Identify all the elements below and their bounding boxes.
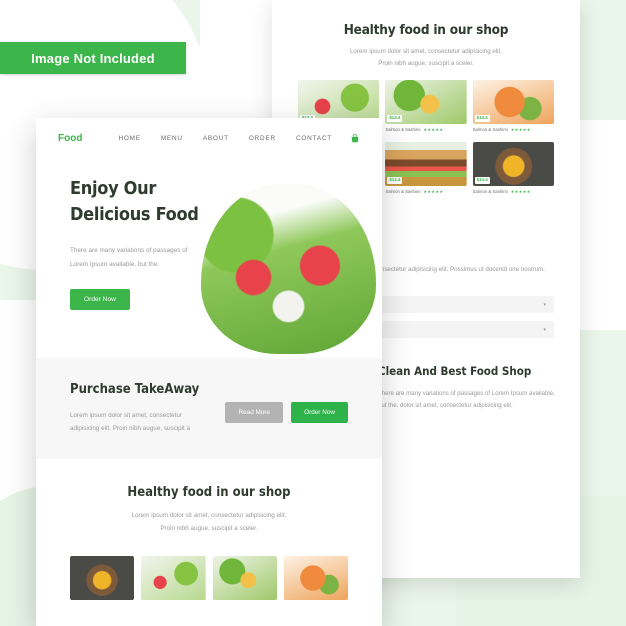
front-healthy-title: Healthy food in our shop bbox=[127, 485, 291, 501]
product-image: $13.4 bbox=[385, 141, 467, 186]
takeaway-section: Purchase TakeAway Lorem ipsum dolor sit … bbox=[36, 358, 382, 460]
hero-paragraph: There are many variations of passages of… bbox=[70, 247, 188, 268]
nav-item-about[interactable]: ABOUT bbox=[203, 135, 229, 142]
product-name: Salmon & Sashimi bbox=[385, 126, 421, 132]
back-healthy-subtitle-line2: Proin nibh augue, suscipit a sceler. bbox=[378, 59, 474, 67]
product-name: Salmon & Sashimi bbox=[385, 188, 421, 194]
back-healthy-header: Healthy food in our shop Lorem ipsum dol… bbox=[272, 0, 580, 70]
takeaway-text-block: Purchase TakeAway Lorem ipsum dolor sit … bbox=[70, 382, 225, 435]
banner-label: Image Not Included bbox=[31, 50, 155, 66]
nav-item-home[interactable]: HOME bbox=[118, 135, 140, 142]
price-badge: $13.4 bbox=[474, 115, 490, 122]
front-healthy-subtitle-line2: Proin nibh augue, suscipit a sceler. bbox=[160, 525, 258, 533]
hero-section: Enjoy Our Delicious Food There are many … bbox=[36, 158, 382, 358]
rating-stars-icon: ★★★★★ bbox=[510, 126, 531, 132]
navbar: Food HOME MENU ABOUT ORDER CONTACT bbox=[36, 118, 382, 158]
hero-heading-line1: Enjoy Our bbox=[70, 178, 157, 199]
nav-item-order[interactable]: ORDER bbox=[249, 135, 276, 142]
thumbnail-shrimp-salad[interactable] bbox=[283, 555, 348, 600]
front-healthy-subtitle: Lorem ipsum dolor sit amet, consectetur … bbox=[70, 510, 348, 535]
product-image: $13.4 bbox=[472, 79, 554, 124]
chevron-down-icon[interactable]: ▾ bbox=[543, 302, 546, 308]
takeaway-buttons: Read More Order Now bbox=[225, 402, 348, 423]
hero-heading: Enjoy Our Delicious Food bbox=[70, 176, 220, 228]
shopping-bag-icon[interactable] bbox=[350, 133, 360, 144]
product-image: $13.4 bbox=[472, 141, 554, 186]
site-logo[interactable]: Food bbox=[58, 133, 82, 144]
thumbnail-strawberry-salad[interactable] bbox=[141, 555, 206, 600]
product-meta: Salmon & Sashimi ★★★★★ bbox=[473, 127, 554, 132]
takeaway-title: Purchase TakeAway bbox=[70, 382, 200, 397]
product-meta: Salmon & Sashimi ★★★★★ bbox=[473, 189, 554, 194]
rating-stars-icon: ★★★★★ bbox=[423, 126, 444, 132]
back-healthy-subtitle: Lorem ipsum dolor sit amet, consectetur … bbox=[298, 46, 554, 70]
back-healthy-title: Healthy food in our shop bbox=[343, 22, 509, 38]
nav-item-contact[interactable]: CONTACT bbox=[296, 135, 332, 142]
clean-shop-title: Clean And Best Food Shop bbox=[378, 364, 532, 379]
price-badge: $13.4 bbox=[474, 177, 490, 184]
image-not-included-banner: Image Not Included bbox=[0, 42, 186, 74]
rating-stars-icon: ★★★★★ bbox=[423, 188, 444, 194]
product-card[interactable]: $13.4 Salmon & Sashimi ★★★★★ bbox=[385, 141, 467, 194]
rating-stars-icon: ★★★★★ bbox=[510, 188, 531, 194]
product-meta: Salmon & Sashimi ★★★★★ bbox=[385, 127, 466, 132]
nav-item-menu[interactable]: MENU bbox=[161, 135, 183, 142]
product-name: Salmon & Sashimi bbox=[472, 188, 508, 194]
product-card[interactable]: $13.4 Salmon & Sashimi ★★★★★ bbox=[472, 79, 554, 132]
front-healthy-subtitle-line1: Lorem ipsum dolor sit amet, consectetur … bbox=[131, 512, 287, 520]
front-page-card: Food HOME MENU ABOUT ORDER CONTACT Enjoy… bbox=[36, 118, 382, 626]
product-name: Salmon & Sashimi bbox=[472, 126, 508, 132]
product-card[interactable]: $13.4 Salmon & Sashimi ★★★★★ bbox=[472, 141, 554, 194]
price-badge: $13.4 bbox=[387, 177, 403, 184]
thumbnail-chicken-salad[interactable] bbox=[212, 555, 277, 600]
clean-shop-body: Clean And Best Food Shop There are many … bbox=[364, 358, 580, 450]
front-thumbnail-grid bbox=[36, 536, 382, 600]
hero-salad-image bbox=[201, 184, 376, 354]
price-badge: $13.4 bbox=[387, 115, 403, 122]
back-healthy-subtitle-line1: Lorem ipsum dolor sit amet, consectetur … bbox=[349, 48, 502, 55]
product-card[interactable]: $13.4 Salmon & Sashimi ★★★★★ bbox=[385, 79, 467, 132]
hero-order-now-button[interactable]: Order Now bbox=[70, 289, 130, 311]
thumbnail-curry-pan[interactable] bbox=[70, 555, 135, 600]
read-more-button[interactable]: Read More bbox=[225, 402, 284, 423]
hero-heading-line2: Delicious Food bbox=[70, 204, 199, 226]
product-meta: Salmon & Sashimi ★★★★★ bbox=[385, 189, 466, 194]
takeaway-paragraph: Lorem ipsum dolor sit amet, consectetur … bbox=[70, 412, 191, 433]
clean-shop-paragraph: There are many variations of passages of… bbox=[378, 389, 555, 410]
product-image: $13.4 bbox=[298, 79, 380, 124]
nav-links: HOME MENU ABOUT ORDER CONTACT bbox=[118, 135, 332, 142]
front-healthy-section: Healthy food in our shop Lorem ipsum dol… bbox=[36, 459, 382, 535]
chevron-down-icon[interactable]: ▾ bbox=[543, 327, 546, 333]
product-image: $13.4 bbox=[385, 79, 467, 124]
takeaway-order-now-button[interactable]: Order Now bbox=[291, 402, 348, 423]
